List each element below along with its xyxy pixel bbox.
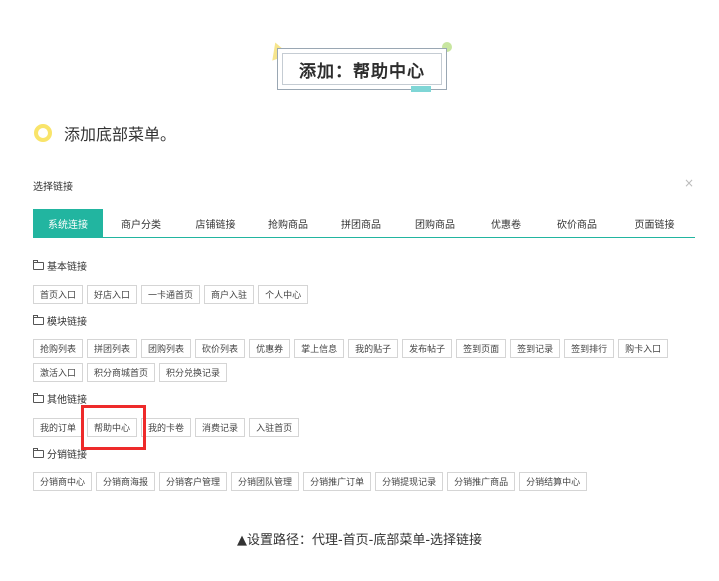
group-module-links: 模块链接	[33, 313, 87, 328]
group-label: 其他链接	[47, 395, 87, 406]
link-button[interactable]: 优惠券	[249, 339, 291, 358]
group-distribution-links: 分销链接	[33, 446, 87, 461]
link-button[interactable]: 签到排行	[564, 339, 615, 358]
group-label: 模块链接	[47, 317, 87, 328]
group-basic-links: 基本链接	[33, 258, 87, 273]
link-button[interactable]: 签到记录	[510, 339, 561, 358]
link-button[interactable]: 购卡入口	[618, 339, 669, 358]
link-button[interactable]: 分销提现记录	[375, 472, 444, 491]
link-button[interactable]: 积分兑换记录	[159, 363, 228, 382]
tab-flash-sale[interactable]: 抢购商品	[252, 209, 324, 237]
section-heading: 添加底部菜单。	[34, 121, 176, 145]
link-button[interactable]: 分销团队管理	[231, 472, 300, 491]
link-button[interactable]: 我的订单	[33, 418, 84, 437]
link-button[interactable]: 砍价列表	[195, 339, 246, 358]
tab-coupons[interactable]: 优惠卷	[472, 209, 540, 237]
link-button[interactable]: 积分商城首页	[87, 363, 156, 382]
module-links-row-2: 激活入口 积分商城首页 积分兑换记录	[33, 363, 231, 382]
link-button[interactable]: 好店入口	[87, 285, 138, 304]
folder-icon	[33, 259, 44, 270]
link-button[interactable]: 抢购列表	[33, 339, 84, 358]
folder-icon	[33, 314, 44, 325]
group-other-links: 其他链接	[33, 391, 87, 406]
distribution-links-row: 分销商中心 分销商海报 分销客户管理 分销团队管理 分销推广订单 分销提现记录 …	[33, 472, 591, 491]
title-frame: 添加：帮助中心	[277, 48, 447, 90]
module-links-row-1: 抢购列表 拼团列表 团购列表 砍价列表 优惠券 掌上信息 我的贴子 发布帖子 签…	[33, 339, 672, 358]
folder-icon	[33, 392, 44, 403]
caption: ▲设置路径：代理-首页-底部菜单-选择链接	[236, 533, 483, 548]
link-button[interactable]: 我的卡卷	[141, 418, 192, 437]
tab-team-buy[interactable]: 团购商品	[398, 209, 472, 237]
link-button[interactable]: 个人中心	[258, 285, 309, 304]
link-button[interactable]: 入驻首页	[249, 418, 300, 437]
link-button[interactable]: 分销推广订单	[303, 472, 372, 491]
link-button[interactable]: 分销结算中心	[519, 472, 588, 491]
close-icon[interactable]: ×	[684, 176, 694, 190]
link-button[interactable]: 我的贴子	[348, 339, 399, 358]
folder-icon	[33, 447, 44, 458]
basic-links-row: 首页入口 好店入口 一卡通首页 商户入驻 个人中心	[33, 285, 312, 304]
highlight-box	[81, 405, 146, 450]
link-button[interactable]: 签到页面	[456, 339, 507, 358]
title-card: 添加：帮助中心	[266, 39, 455, 94]
section-heading-text: 添加底部菜单。	[64, 125, 177, 144]
link-button[interactable]: 分销客户管理	[159, 472, 228, 491]
link-button[interactable]: 首页入口	[33, 285, 84, 304]
tab-page-links[interactable]: 页面链接	[614, 209, 695, 237]
page-title: 添加：帮助中心	[282, 53, 442, 85]
link-button[interactable]: 激活入口	[33, 363, 84, 382]
link-button[interactable]: 团购列表	[141, 339, 192, 358]
link-button[interactable]: 分销推广商品	[447, 472, 516, 491]
bar-decoration	[411, 86, 431, 92]
tab-system-links[interactable]: 系统连接	[33, 209, 103, 237]
tab-merchant-category[interactable]: 商户分类	[103, 209, 179, 237]
ring-icon	[34, 124, 52, 142]
dialog-title: 选择链接	[33, 182, 73, 193]
link-button[interactable]: 消费记录	[195, 418, 246, 437]
link-button[interactable]: 一卡通首页	[141, 285, 201, 304]
group-label: 基本链接	[47, 262, 87, 273]
link-button[interactable]: 分销商海报	[96, 472, 156, 491]
link-button[interactable]: 商户入驻	[204, 285, 255, 304]
tab-group-buy[interactable]: 拼团商品	[324, 209, 398, 237]
link-button[interactable]: 掌上信息	[294, 339, 345, 358]
link-button[interactable]: 发布帖子	[402, 339, 453, 358]
tab-shop-links[interactable]: 店铺链接	[179, 209, 252, 237]
link-tabs: 系统连接 商户分类 店铺链接 抢购商品 拼团商品 团购商品 优惠卷 砍价商品 页…	[33, 209, 695, 238]
tab-bargain[interactable]: 砍价商品	[540, 209, 614, 237]
link-button[interactable]: 拼团列表	[87, 339, 138, 358]
link-button[interactable]: 分销商中心	[33, 472, 93, 491]
other-links-row: 我的订单 帮助中心 我的卡卷 消费记录 入驻首页	[33, 418, 303, 437]
